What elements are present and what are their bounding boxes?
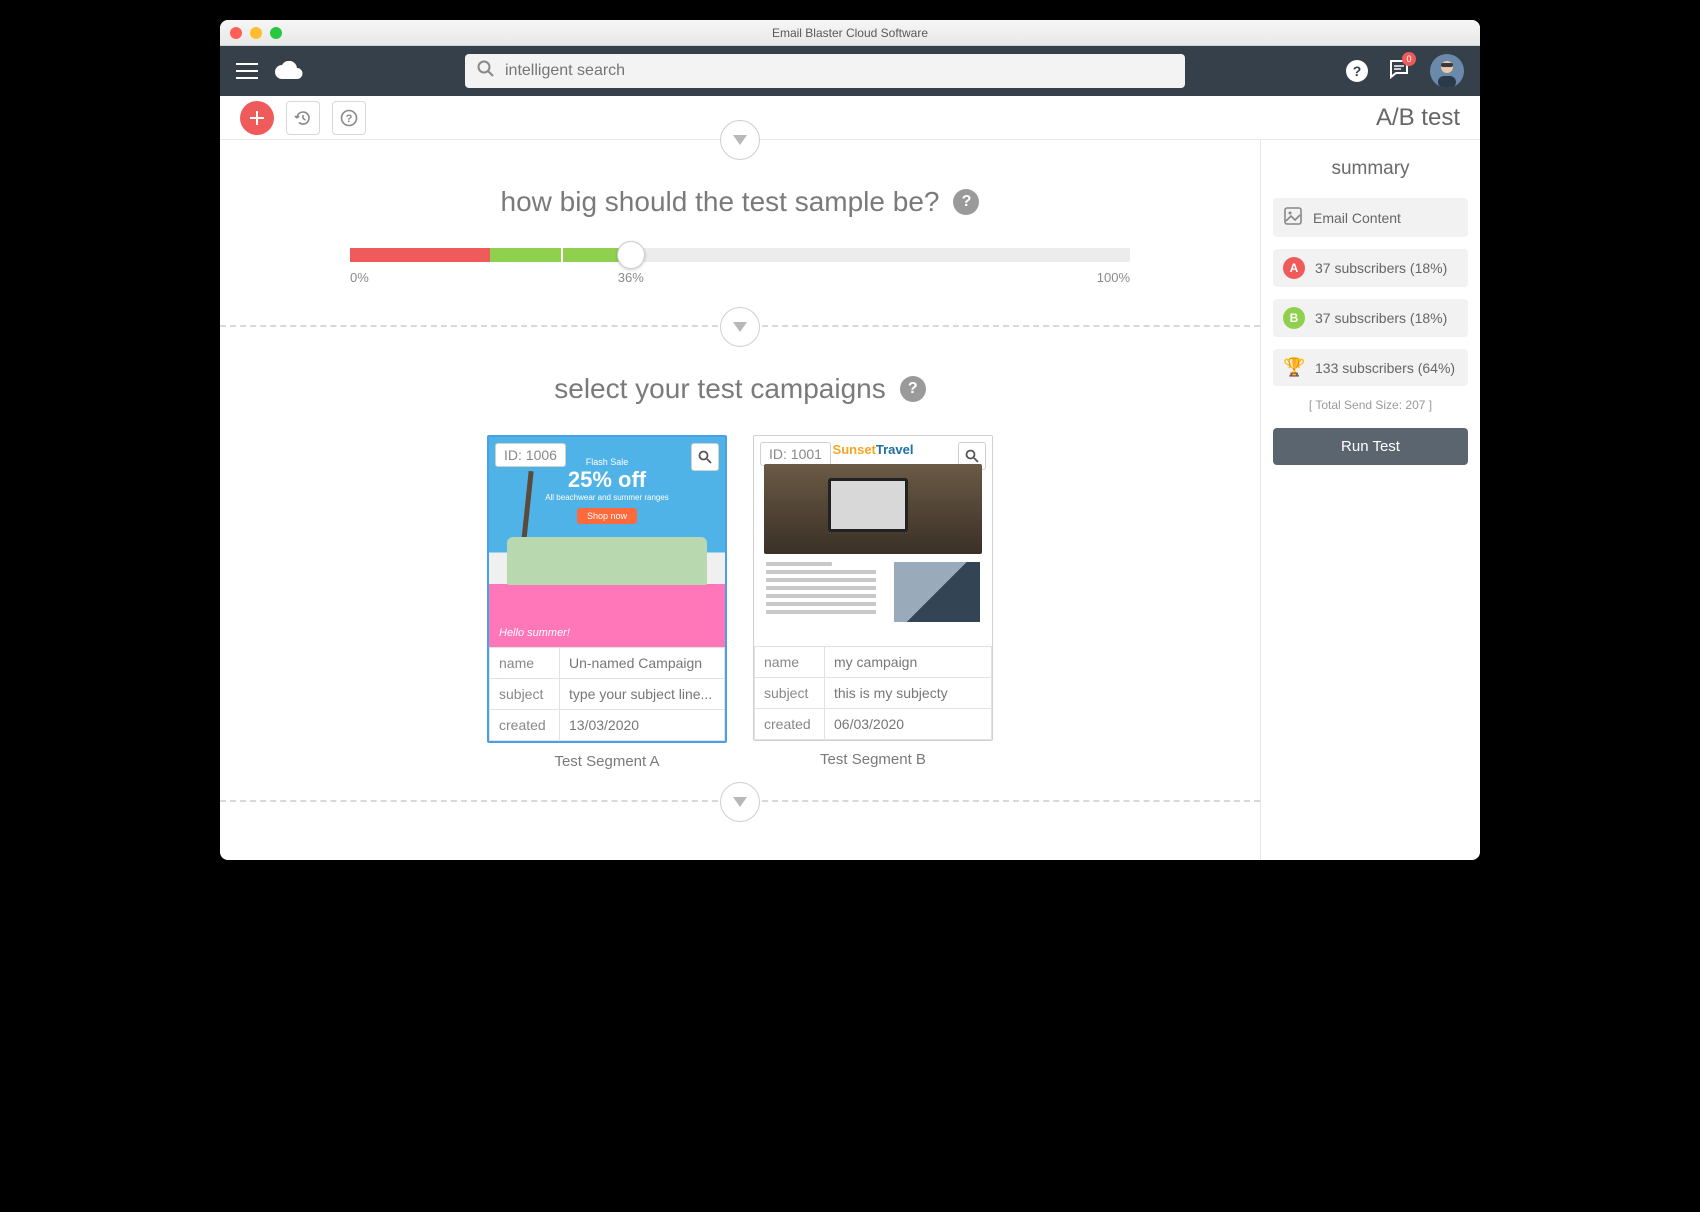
toolbar: ? A/B test <box>220 96 1480 140</box>
sample-size-help-icon[interactable]: ? <box>953 189 979 215</box>
slider-track[interactable] <box>350 248 1130 262</box>
section-collapse-bottom[interactable] <box>720 782 760 822</box>
top-right-actions: ? 0 <box>1346 54 1464 88</box>
slider-handle[interactable] <box>617 241 645 269</box>
section-collapse-top[interactable] <box>720 120 760 160</box>
summary-total: [ Total Send Size: 207 ] <box>1273 398 1468 412</box>
campaign-b-brand: SunsetTravel <box>833 442 914 457</box>
summary-winner: 🏆 133 subscribers (64%) <box>1273 349 1468 386</box>
slider-max-label: 100% <box>1097 270 1130 285</box>
search-box[interactable] <box>465 54 1185 88</box>
summary-panel: summary Email Content A 37 subscribers (… <box>1260 140 1480 860</box>
campaign-thumb-b: ID: 1001 SunsetTravel <box>754 436 992 646</box>
window-title: Email Blaster Cloud Software <box>220 26 1480 40</box>
chat-badge: 0 <box>1402 52 1416 66</box>
summary-email-content[interactable]: Email Content <box>1273 198 1468 237</box>
campaign-card-a[interactable]: ID: 1006 Flash Sale 25% off All beachwea… <box>487 435 727 770</box>
run-test-button[interactable]: Run Test <box>1273 428 1468 465</box>
campaigns-help-icon[interactable]: ? <box>900 376 926 402</box>
add-button[interactable] <box>240 101 274 135</box>
campaign-card-b[interactable]: ID: 1001 SunsetTravel namemy campaign <box>753 435 993 770</box>
segment-b-badge: B <box>1283 307 1305 329</box>
cloud-icon[interactable] <box>274 61 304 81</box>
campaign-b-segment-label: Test Segment B <box>753 751 993 768</box>
top-nav: ? 0 <box>220 46 1480 96</box>
campaign-card-b-frame: ID: 1001 SunsetTravel namemy campaign <box>753 435 993 741</box>
campaign-cards: ID: 1006 Flash Sale 25% off All beachwea… <box>220 435 1260 800</box>
titlebar: Email Blaster Cloud Software <box>220 20 1480 46</box>
campaign-a-meta: nameUn-named Campaign subjecttype your s… <box>489 647 725 741</box>
sample-size-header: how big should the test sample be? ? <box>220 186 1260 218</box>
summary-segment-b: B 37 subscribers (18%) <box>1273 299 1468 337</box>
slider-ticks: 0% 36% 100% <box>350 270 1130 285</box>
slider-value-label: 36% <box>618 270 644 285</box>
content-icon <box>1283 206 1303 229</box>
campaigns-heading: select your test campaigns <box>554 373 886 405</box>
svg-text:?: ? <box>346 113 353 125</box>
body: how big should the test sample be? ? 0% … <box>220 140 1480 860</box>
segment-a-badge: A <box>1283 257 1305 279</box>
search-input[interactable] <box>505 62 1173 80</box>
campaign-b-id: ID: 1001 <box>760 442 831 466</box>
help-button[interactable]: ? <box>1346 60 1368 82</box>
chat-button[interactable]: 0 <box>1388 58 1410 85</box>
trophy-icon: 🏆 <box>1283 357 1305 378</box>
app-window: Email Blaster Cloud Software ? 0 <box>220 20 1480 860</box>
section-collapse-mid[interactable] <box>720 307 760 347</box>
summary-heading: summary <box>1273 158 1468 180</box>
search-icon <box>477 60 495 83</box>
slider-segment-b <box>490 248 630 262</box>
slider-segment-a <box>350 248 490 262</box>
campaign-b-meta: namemy campaign subjectthis is my subjec… <box>754 646 992 740</box>
campaigns-header: select your test campaigns ? <box>220 373 1260 405</box>
user-avatar[interactable] <box>1430 54 1464 88</box>
search-container <box>320 54 1330 88</box>
sample-slider: 0% 36% 100% <box>350 248 1130 285</box>
history-button[interactable] <box>286 101 320 135</box>
main-panel: how big should the test sample be? ? 0% … <box>220 140 1260 860</box>
campaign-card-a-frame: ID: 1006 Flash Sale 25% off All beachwea… <box>487 435 727 743</box>
help-toolbar-button[interactable]: ? <box>332 101 366 135</box>
summary-segment-a: A 37 subscribers (18%) <box>1273 249 1468 287</box>
campaign-a-segment-label: Test Segment A <box>487 753 727 770</box>
sample-size-heading: how big should the test sample be? <box>501 186 940 218</box>
page-title: A/B test <box>1376 104 1460 132</box>
menu-button[interactable] <box>236 62 258 80</box>
campaign-thumb-a: ID: 1006 Flash Sale 25% off All beachwea… <box>489 437 725 647</box>
slider-min-label: 0% <box>350 270 369 285</box>
